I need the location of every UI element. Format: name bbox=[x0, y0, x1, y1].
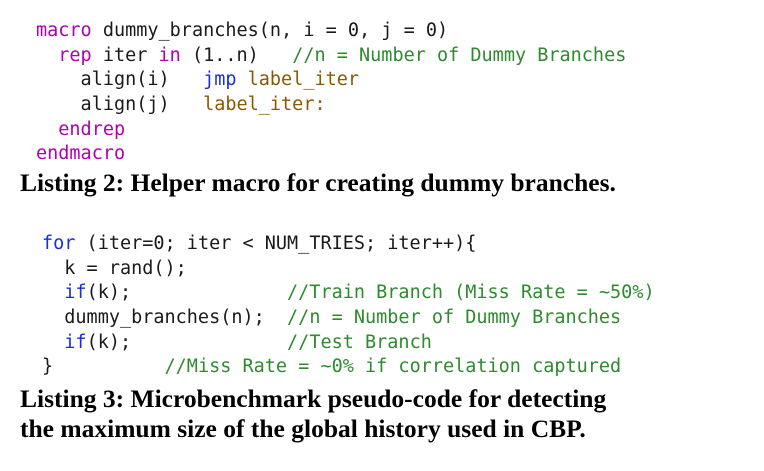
code-keyword: rep bbox=[58, 44, 92, 66]
code-line: align(i) jmp label_iter bbox=[36, 68, 626, 93]
listing-3-code: for (iter=0; iter < NUM_TRIES; iter++){ … bbox=[42, 232, 655, 380]
code-keyword: endmacro bbox=[36, 143, 126, 165]
code-line: if(k); //Train Branch (Miss Rate = ~50%) bbox=[42, 281, 655, 306]
code-line: if(k); //Test Branch bbox=[42, 331, 655, 356]
code-comment: //Train Branch (Miss Rate = ~50%) bbox=[287, 282, 655, 304]
code-line: dummy_branches(n); //n = Number of Dummy… bbox=[42, 306, 655, 331]
code-text: align(i) bbox=[36, 69, 204, 91]
listing-2-caption: Listing 2: Helper macro for creating dum… bbox=[20, 168, 616, 197]
code-line: } //Miss Rate = ~0% if correlation captu… bbox=[42, 355, 655, 380]
code-keyword: label_iter: bbox=[203, 94, 326, 116]
listing-3-caption-line-1: Listing 3: Microbenchmark pseudo-code fo… bbox=[20, 384, 607, 413]
code-comment: //Test Branch bbox=[287, 331, 432, 353]
code-line: macro dummy_branches(n, i = 0, j = 0) bbox=[36, 19, 626, 44]
code-line: k = rand(); bbox=[42, 257, 655, 282]
code-text: dummy_branches(n); bbox=[42, 307, 288, 329]
code-text: align(j) bbox=[36, 94, 204, 116]
code-keyword: for bbox=[42, 233, 76, 254]
code-line: endmacro bbox=[36, 142, 626, 167]
code-text: (k); bbox=[86, 282, 288, 304]
code-comment: //n = Number of Dummy Branches bbox=[287, 307, 622, 329]
code-text: k = rand(); bbox=[42, 257, 187, 279]
code-keyword: jmp bbox=[203, 69, 237, 91]
code-comment: //Miss Rate = ~0% if correlation capture… bbox=[164, 356, 622, 378]
code-keyword: endrep bbox=[58, 118, 126, 140]
code-text: } bbox=[42, 356, 165, 378]
code-keyword: if bbox=[64, 282, 87, 304]
listing-3-caption-line-2: the maximum size of the global history u… bbox=[20, 414, 586, 443]
code-line: align(j) label_iter: bbox=[36, 93, 626, 118]
code-text: iter bbox=[91, 44, 159, 66]
code-text: (1..n) bbox=[180, 44, 293, 66]
code-keyword: if bbox=[64, 331, 87, 353]
code-comment: //n = Number of Dummy Branches bbox=[292, 44, 627, 66]
code-text: (iter=0; iter < NUM_TRIES; iter++){ bbox=[75, 233, 477, 254]
code-keyword: macro bbox=[36, 20, 92, 41]
code-keyword: label_iter bbox=[247, 69, 360, 91]
code-line: endrep bbox=[36, 118, 626, 143]
code-line: for (iter=0; iter < NUM_TRIES; iter++){ bbox=[42, 232, 655, 257]
code-text: (k); bbox=[86, 331, 288, 353]
code-keyword: in bbox=[158, 44, 181, 66]
code-text: dummy_branches(n, i = 0, j = 0) bbox=[91, 20, 449, 41]
listing-2-code: macro dummy_branches(n, i = 0, j = 0) re… bbox=[36, 19, 626, 167]
code-line: rep iter in (1..n) //n = Number of Dummy… bbox=[36, 44, 626, 69]
